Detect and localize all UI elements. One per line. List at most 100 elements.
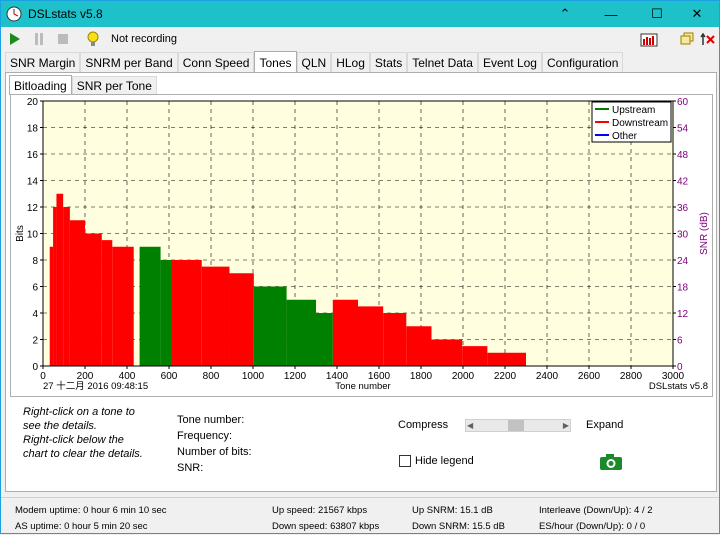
tab-qln[interactable]: QLN — [296, 52, 332, 73]
bar-upstream — [139, 246, 161, 366]
checkbox-box[interactable] — [399, 455, 411, 467]
windows-icon — [680, 32, 694, 45]
details-hint: Right-click on a tone to see the details… — [23, 405, 173, 461]
x-tick-label: 1800 — [410, 371, 433, 382]
bar-downstream — [332, 299, 358, 366]
tab-hlog[interactable]: HLog — [331, 52, 370, 73]
title-bar: DSLstats v5.8 ⌃ — ☐ ✕ — [1, 1, 719, 27]
hint-line: see the details. — [23, 420, 97, 432]
status-bar: Modem uptime: 0 hour 6 min 10 sec AS upt… — [1, 497, 719, 535]
hint-line: chart to clear the details. — [23, 448, 143, 460]
as-uptime: AS uptime: 0 hour 5 min 20 sec — [15, 521, 148, 532]
bar-upstream — [253, 286, 287, 366]
x-tick-label: 600 — [161, 371, 178, 382]
play-icon — [10, 33, 20, 45]
frequency-label: Frequency: — [177, 430, 233, 442]
chart-brand: DSLstats v5.8 — [649, 381, 708, 392]
tab-event-log[interactable]: Event Log — [477, 52, 542, 73]
expand-label: Expand — [586, 419, 624, 431]
y2-tick-label: 18 — [677, 283, 689, 294]
x-tick-label: 2000 — [452, 371, 475, 382]
minimize-button[interactable]: — — [588, 1, 634, 27]
chart-svg: 02468101214161820061218243036424854600 20… — [15, 97, 710, 392]
y-tick-label: 20 — [27, 97, 39, 108]
bar-downstream — [171, 260, 202, 366]
lightbulb-icon — [87, 31, 99, 46]
x-axis-label: Tone number — [335, 381, 390, 392]
up-snrm: Up SNRM: 15.1 dB — [412, 505, 493, 516]
hint-line: Right-click below the — [23, 434, 124, 446]
zoom-slider[interactable]: ◀ ▶ — [465, 419, 571, 432]
y2-tick-label: 12 — [677, 309, 689, 320]
app-icon — [6, 6, 22, 22]
bar-downstream — [487, 352, 526, 366]
tab-snr-margin[interactable]: SNR Margin — [5, 52, 81, 73]
chart-button[interactable] — [639, 29, 659, 49]
interleave: Interleave (Down/Up): 4 / 2 — [539, 505, 653, 516]
exit-icon — [700, 32, 715, 45]
restore-button[interactable] — [677, 29, 697, 49]
play-button[interactable] — [5, 29, 25, 49]
bits-label: Number of bits: — [177, 446, 252, 458]
y2-tick-label: 42 — [677, 177, 689, 188]
stop-icon — [58, 34, 68, 44]
tab-bitloading[interactable]: Bitloading — [9, 75, 72, 95]
bar-downstream — [462, 346, 488, 366]
tone-info: Tone number: Frequency: Number of bits: … — [177, 412, 252, 476]
camera-icon[interactable] — [599, 453, 623, 471]
bar-downstream — [49, 246, 54, 366]
pin-icon[interactable]: ⌃ — [542, 1, 588, 27]
y2-tick-label: 24 — [677, 256, 689, 267]
bar-downstream — [201, 266, 230, 366]
tab-conn-speed[interactable]: Conn Speed — [177, 52, 255, 73]
y2-tick-label: 48 — [677, 150, 689, 161]
hide-legend-checkbox[interactable]: Hide legend — [399, 455, 474, 467]
compress-label: Compress — [398, 419, 449, 431]
x-tick-label: 1200 — [284, 371, 307, 382]
tab-telnet-data[interactable]: Telnet Data — [407, 52, 478, 73]
bar-downstream — [69, 220, 85, 366]
legend-label-downstream: Downstream — [612, 118, 668, 129]
y-tick-label: 14 — [27, 177, 39, 188]
pause-icon — [35, 33, 43, 45]
x-tick-label: 800 — [203, 371, 220, 382]
right-arrow-icon[interactable]: ▶ — [563, 421, 569, 430]
bitloading-chart[interactable]: 0 2 4 6 8 10 12 14 16 18 20 0 6 12 18 24 30 36 42 48 54 60 0 20… — [10, 94, 713, 397]
main-tabs: SNR Margin SNRM per Band Conn Speed Tone… — [5, 51, 624, 73]
sub-tabs: Bitloading SNR per Tone — [9, 75, 157, 95]
y2-axis-label: SNR (dB) — [699, 212, 710, 255]
bar-downstream — [112, 246, 134, 366]
y2-tick-label: 60 — [677, 97, 689, 108]
recording-status: Not recording — [111, 33, 178, 45]
tab-configuration[interactable]: Configuration — [541, 52, 624, 73]
legend-label-other: Other — [612, 131, 638, 142]
y-tick-label: 4 — [32, 309, 38, 320]
tab-tones[interactable]: Tones — [254, 51, 297, 73]
tab-snr-per-tone[interactable]: SNR per Tone — [71, 76, 157, 95]
left-arrow-icon[interactable]: ◀ — [467, 421, 473, 430]
chart-icon — [640, 33, 658, 47]
y-tick-label: 6 — [32, 283, 38, 294]
pause-button[interactable] — [29, 29, 49, 49]
y-tick-label: 8 — [32, 256, 38, 267]
chart-timestamp: 27 十二月 2016 09:48:15 — [43, 380, 148, 392]
bar-downstream — [383, 313, 407, 366]
bar-upstream — [286, 299, 316, 366]
hint-button[interactable] — [83, 29, 103, 49]
es-hour: ES/hour (Down/Up): 0 / 0 — [539, 521, 646, 532]
hint-line: Right-click on a tone to — [23, 406, 135, 418]
y-tick-label: 10 — [27, 230, 39, 241]
down-speed: Down speed: 63807 kbps — [272, 521, 380, 532]
app-window: DSLstats v5.8 ⌃ — ☐ ✕ Not recording SNR … — [0, 0, 720, 534]
tab-snrm-per-band[interactable]: SNRM per Band — [80, 52, 178, 73]
y-tick-label: 16 — [27, 150, 39, 161]
y2-tick-label: 36 — [677, 203, 689, 214]
bar-downstream — [358, 306, 384, 366]
tab-stats[interactable]: Stats — [369, 52, 408, 73]
slider-thumb[interactable] — [508, 420, 524, 431]
y-tick-label: 18 — [27, 124, 39, 135]
window-title: DSLstats v5.8 — [28, 7, 103, 21]
stop-button[interactable] — [53, 29, 73, 49]
close-button[interactable]: ✕ — [674, 1, 720, 27]
exit-button[interactable] — [698, 29, 718, 49]
